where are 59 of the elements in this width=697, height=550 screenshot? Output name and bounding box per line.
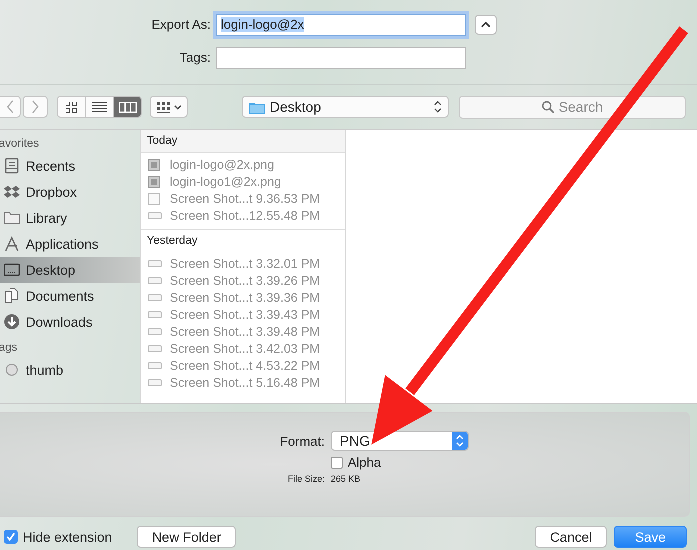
format-popup[interactable]: PNG <box>331 431 469 451</box>
updown-caret-icon <box>456 435 464 447</box>
cancel-button[interactable]: Cancel <box>535 526 608 548</box>
location-popup[interactable]: Desktop <box>242 96 449 118</box>
applications-icon <box>4 236 20 252</box>
screenshot-file-icon <box>148 258 162 270</box>
checkmark-icon <box>6 532 16 542</box>
sidebar-item[interactable]: Desktop <box>0 257 140 283</box>
hide-extension-checkbox[interactable]: Hide extension <box>4 530 112 544</box>
sidebar-item[interactable]: thumb <box>0 357 140 383</box>
screenshot-file-icon <box>148 308 162 320</box>
sidebar-item[interactable]: Dropbox <box>0 179 140 205</box>
list-icon <box>92 102 107 112</box>
updown-caret-icon <box>434 101 442 113</box>
tray-icon <box>4 158 20 174</box>
chevron-up-icon <box>481 20 491 28</box>
file-icon <box>148 192 162 204</box>
caret-icon <box>174 104 182 110</box>
collapse-button[interactable] <box>475 14 497 34</box>
alpha-checkbox[interactable]: Alpha <box>331 455 689 470</box>
documents-icon <box>4 288 20 304</box>
group-header: Today <box>141 130 345 153</box>
tag-circle-icon <box>4 362 20 378</box>
image-file-icon <box>148 176 162 188</box>
view-mode-button[interactable] <box>113 96 142 118</box>
sidebar-item[interactable]: Library <box>0 205 140 231</box>
view-mode-button[interactable] <box>57 96 86 118</box>
screenshot-file-icon <box>148 326 162 338</box>
view-mode-button[interactable] <box>85 96 114 118</box>
file-size-value: 265 KB <box>331 474 362 484</box>
dropbox-icon <box>4 184 20 200</box>
chevron-left-icon <box>6 100 14 114</box>
folder-icon <box>4 210 20 226</box>
screenshot-file-icon <box>148 376 162 388</box>
download-icon <box>4 314 20 330</box>
new-folder-button[interactable]: New Folder <box>137 526 236 548</box>
arrange-button[interactable] <box>150 96 188 118</box>
export-as-label: Export As: <box>150 17 211 32</box>
sidebar-item[interactable]: Recents <box>0 153 140 179</box>
screenshot-file-icon <box>148 342 162 354</box>
screenshot-file-icon <box>148 292 162 304</box>
grid-icon <box>66 102 77 112</box>
folder-icon <box>249 100 265 114</box>
chevron-right-icon <box>32 100 39 114</box>
sidebar-item[interactable]: Applications <box>0 231 140 257</box>
columns-icon <box>118 102 136 112</box>
file-size-label: File Size: <box>286 474 325 484</box>
screenshot-file-icon <box>148 210 162 222</box>
screenshot-file-icon <box>148 360 162 372</box>
tags-label: Tags: <box>178 50 211 65</box>
grid-arrange-icon <box>156 102 170 112</box>
format-label: Format: <box>279 434 325 448</box>
image-file-icon <box>148 158 162 170</box>
search-icon <box>542 101 554 113</box>
tags-field[interactable] <box>216 46 466 68</box>
sidebar-item[interactable]: Documents <box>0 283 140 309</box>
desktop-icon <box>4 262 20 278</box>
screenshot-file-icon <box>148 274 162 286</box>
sidebar-item[interactable]: Downloads <box>0 309 140 335</box>
